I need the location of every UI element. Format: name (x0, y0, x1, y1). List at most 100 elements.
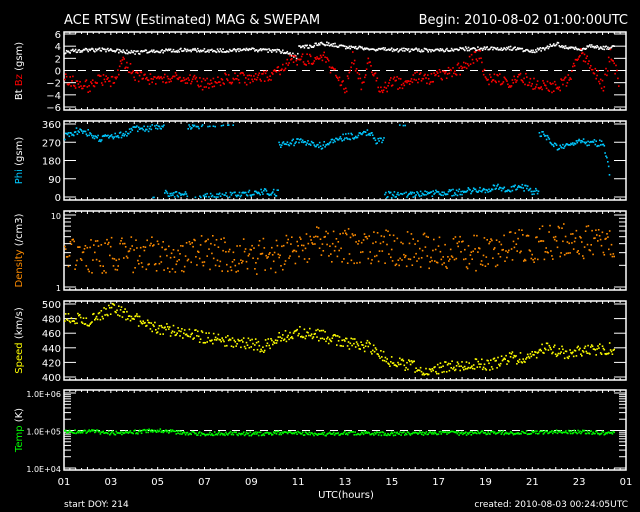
data-point (137, 130, 139, 133)
data-point (173, 331, 176, 333)
data-point (599, 82, 601, 85)
data-point (392, 194, 395, 197)
data-point (441, 371, 443, 374)
data-point (337, 241, 340, 243)
data-point (179, 253, 181, 255)
data-point (162, 241, 164, 243)
data-point (243, 74, 245, 76)
data-point (313, 144, 316, 146)
data-point (345, 133, 347, 135)
data-point (288, 257, 290, 259)
data-point (532, 49, 534, 52)
data-point (609, 48, 612, 51)
data-point (241, 262, 243, 264)
data-point (150, 322, 153, 324)
data-point (93, 137, 96, 140)
data-point (521, 229, 523, 231)
data-point (295, 141, 297, 143)
data-point (117, 314, 119, 316)
data-point (87, 268, 89, 271)
data-point (69, 241, 72, 243)
data-point (229, 191, 232, 194)
data-point (231, 337, 234, 339)
data-point (282, 244, 285, 247)
data-point (64, 320, 66, 322)
data-point (168, 81, 171, 83)
data-point (87, 50, 89, 53)
data-point (572, 432, 575, 434)
data-point (107, 134, 109, 137)
data-point (145, 431, 148, 434)
data-point (338, 336, 341, 338)
data-point (196, 335, 198, 337)
data-point (188, 241, 191, 243)
data-point (548, 90, 551, 92)
data-point (270, 338, 272, 340)
data-point (204, 79, 207, 82)
data-point (564, 76, 567, 78)
data-point (583, 347, 586, 349)
data-point (493, 73, 496, 76)
data-point (404, 254, 407, 257)
data-point (185, 193, 188, 195)
data-point (427, 74, 429, 76)
data-point (495, 187, 497, 190)
data-point (349, 236, 352, 239)
data-point (69, 52, 71, 54)
data-point (320, 329, 323, 332)
data-point (517, 237, 519, 240)
data-point (563, 223, 565, 225)
data-point (276, 244, 279, 247)
data-point (258, 72, 261, 74)
data-point (256, 433, 258, 435)
data-point (506, 363, 508, 365)
y-axis-label-part: (gsm) (14, 42, 25, 74)
data-point (151, 81, 153, 84)
data-point (579, 54, 581, 57)
data-point (353, 342, 355, 345)
data-point (183, 270, 185, 273)
data-point (270, 49, 272, 52)
data-point (604, 152, 606, 154)
data-point (340, 345, 343, 347)
data-point (176, 430, 178, 432)
data-point (183, 265, 186, 268)
data-point (405, 80, 407, 82)
data-point (144, 246, 147, 248)
data-point (235, 431, 237, 434)
data-point (104, 314, 106, 316)
data-point (462, 66, 464, 69)
data-point (273, 342, 276, 344)
data-point (520, 250, 522, 253)
data-point (75, 127, 78, 129)
data-point (348, 348, 351, 350)
data-point (615, 64, 617, 67)
data-point (231, 81, 234, 84)
data-point (138, 53, 141, 55)
data-point (498, 80, 500, 83)
data-point (498, 241, 501, 243)
data-point (493, 357, 496, 360)
data-point (342, 433, 344, 435)
data-point (353, 434, 355, 436)
data-point (277, 253, 280, 256)
data-point (546, 80, 549, 83)
data-point (171, 268, 174, 270)
data-point (117, 69, 119, 71)
data-point (155, 329, 157, 331)
data-point (376, 77, 379, 79)
data-point (208, 248, 210, 250)
data-point (205, 195, 207, 198)
data-point (465, 266, 468, 268)
data-point (155, 270, 158, 272)
data-point (91, 134, 93, 137)
data-point (398, 433, 400, 435)
data-point (69, 321, 72, 324)
data-point (406, 196, 408, 198)
data-point (137, 325, 140, 327)
data-point (199, 244, 202, 246)
data-point (292, 138, 294, 141)
data-point (84, 429, 87, 432)
data-point (117, 135, 119, 137)
data-point (286, 58, 289, 61)
